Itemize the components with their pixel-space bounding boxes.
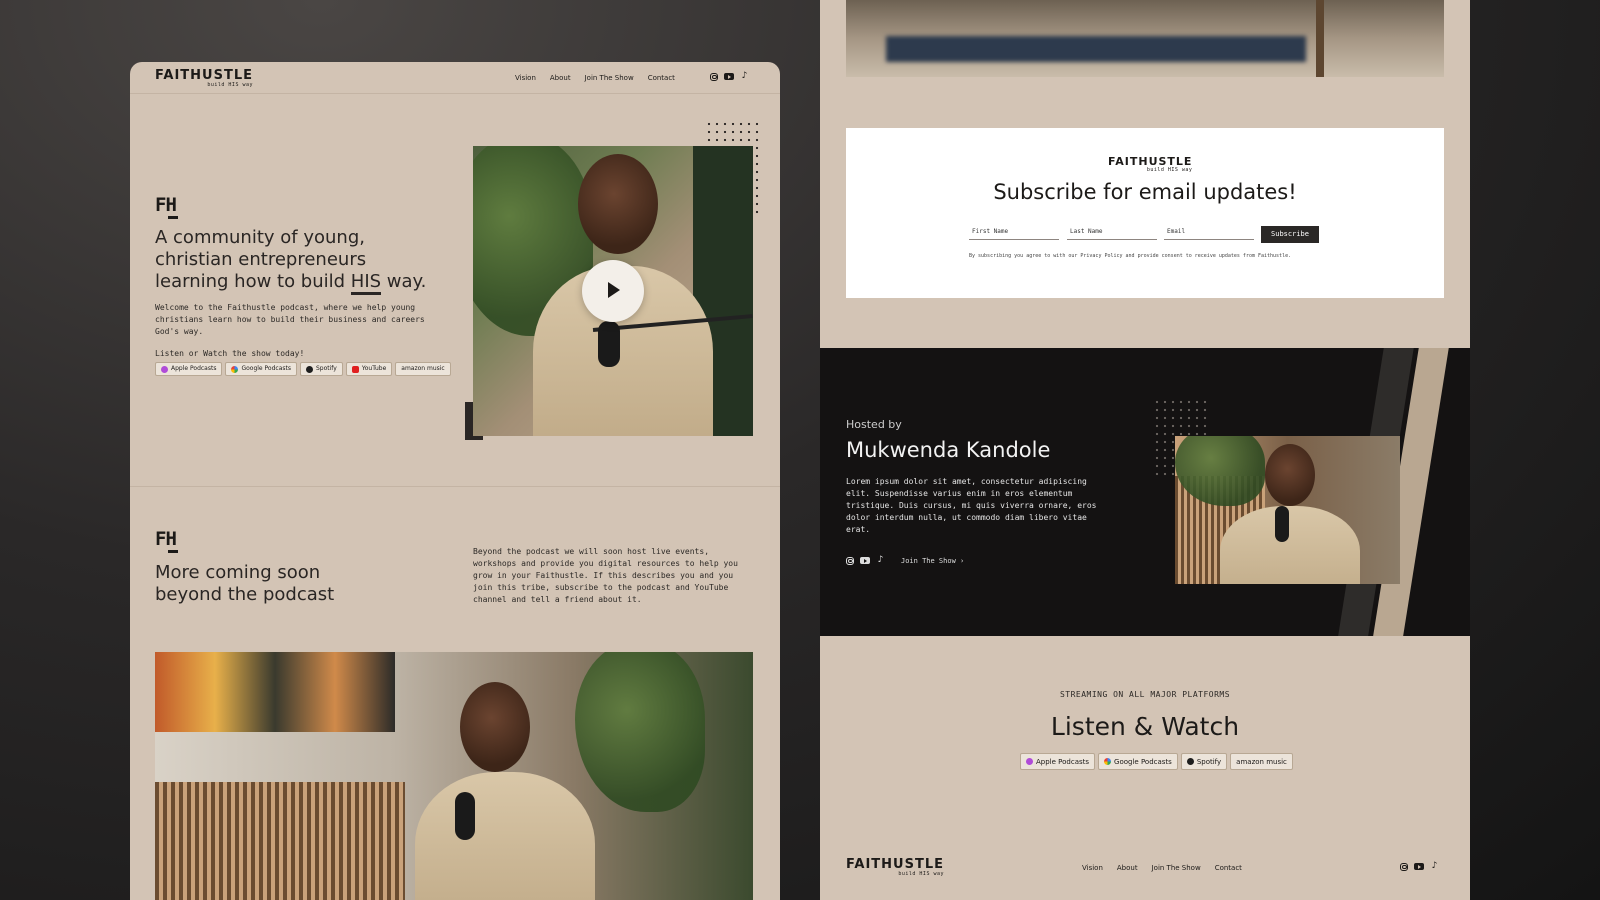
listen-label: Listen or Watch the show today! <box>155 349 305 358</box>
brand-name: FAITHUSTLE <box>155 68 253 83</box>
badge-label: amazon music <box>401 365 445 372</box>
monogram-text: FH <box>155 194 177 216</box>
hosted-by-label: Hosted by <box>846 418 902 431</box>
subscribe-title: Subscribe for email updates! <box>993 180 1297 204</box>
brand-name: FAITHUSTLE <box>846 857 944 872</box>
host-name: Mukwenda Kandole <box>846 438 1051 462</box>
brand-logo[interactable]: FAITHUSTLE build HIS way <box>155 69 253 88</box>
footer-link-contact[interactable]: Contact <box>1215 864 1242 872</box>
hero-title: A community of young, christian entrepre… <box>155 227 445 295</box>
nav-links: Vision About Join The Show Contact <box>515 74 675 82</box>
footer-link-vision[interactable]: Vision <box>1082 864 1103 872</box>
left-page-preview: FAITHUSTLE build HIS way Vision About Jo… <box>130 62 780 900</box>
brand-tagline: build HIS way <box>898 871 944 877</box>
join-the-show-link[interactable]: Join The Show › <box>901 557 964 565</box>
badge-label: Apple Podcasts <box>171 365 217 372</box>
streaming-eyebrow: STREAMING ON ALL MAJOR PLATFORMS <box>1059 690 1231 699</box>
badge-label: Google Podcasts <box>1114 757 1172 766</box>
google-podcasts-icon <box>231 365 239 373</box>
footer-link-about[interactable]: About <box>1117 864 1138 872</box>
youtube-icon[interactable] <box>1414 863 1424 870</box>
footer-logo[interactable]: FAITHUSTLE build HIS way <box>846 858 944 877</box>
badge-label: Spotify <box>315 365 337 372</box>
hero-title-end: way. <box>381 271 427 292</box>
first-name-field[interactable]: First Name <box>969 226 1059 240</box>
top-nav: FAITHUSTLE build HIS way Vision About Jo… <box>130 62 780 94</box>
section-divider <box>130 486 780 487</box>
nav-link-about[interactable]: About <box>550 74 571 82</box>
hero-body: Welcome to the Faithustle podcast, where… <box>155 303 425 336</box>
streaming-title: Listen & Watch <box>1050 712 1240 741</box>
subscribe-card: FAITHUSTLE build HIS way Subscribe for e… <box>846 128 1444 298</box>
tiktok-icon[interactable]: ♪ <box>1430 862 1439 871</box>
host-bio: Lorem ipsum dolor sit amet, consectetur … <box>846 477 1097 534</box>
platform-badges: Apple Podcasts Google Podcasts Spotify Y… <box>155 362 451 376</box>
footer-link-join-the-show[interactable]: Join The Show <box>1152 864 1201 872</box>
apple-podcasts-badge[interactable]: Apple Podcasts <box>155 362 223 376</box>
brand-tagline: build HIS way <box>207 82 253 88</box>
youtube-logo-icon <box>351 365 359 373</box>
tiktok-icon[interactable]: ♪ <box>740 72 749 81</box>
youtube-icon[interactable] <box>860 557 870 564</box>
badge-label: Apple Podcasts <box>1036 757 1090 766</box>
social-links: ♪ <box>710 72 749 81</box>
footer-nav-links: Vision About Join The Show Contact <box>1082 864 1242 872</box>
last-name-field[interactable]: Last Name <box>1067 226 1157 240</box>
badge-label: Spotify <box>1196 757 1222 766</box>
apple-podcasts-badge[interactable]: Apple Podcasts <box>1020 753 1096 770</box>
instagram-icon[interactable] <box>710 72 718 81</box>
google-podcasts-badge[interactable]: Google Podcasts <box>225 362 297 376</box>
more-body: Beyond the podcast we will soon host liv… <box>473 547 738 604</box>
host-photo <box>1175 436 1400 584</box>
host-social-links: ♪ Join The Show › <box>846 556 964 565</box>
studio-photo-crop <box>846 0 1444 77</box>
nav-link-vision[interactable]: Vision <box>515 74 536 82</box>
hero-video-thumbnail[interactable] <box>473 146 753 436</box>
spotify-badge[interactable]: Spotify <box>1180 753 1228 770</box>
spotify-icon <box>1186 758 1194 765</box>
play-button[interactable] <box>582 260 644 322</box>
tiktok-icon[interactable]: ♪ <box>876 556 885 565</box>
badge-label: amazon music <box>1236 757 1287 766</box>
youtube-icon[interactable] <box>724 73 734 80</box>
hero-title-text: A community of young, christian entrepre… <box>155 227 367 292</box>
instagram-icon[interactable] <box>1400 862 1408 871</box>
google-podcasts-icon <box>1104 758 1112 765</box>
email-field[interactable]: Email <box>1164 226 1254 240</box>
right-page-preview: FAITHUSTLE build HIS way Subscribe for e… <box>820 0 1470 900</box>
subscribe-disclaimer: By subscribing you agree to with our Pri… <box>969 253 1292 259</box>
subscribe-logo: FAITHUSTLE build HIS way <box>1108 156 1192 173</box>
nav-link-join-the-show[interactable]: Join The Show <box>585 74 634 82</box>
host-feature-photo <box>155 652 753 900</box>
nav-link-contact[interactable]: Contact <box>648 74 675 82</box>
fh-monogram: FH <box>155 194 178 219</box>
instagram-icon[interactable] <box>846 556 854 565</box>
host-section: Hosted by Mukwenda Kandole Lorem ipsum d… <box>820 348 1470 636</box>
amazon-music-badge[interactable]: amazon music <box>395 362 451 376</box>
apple-podcasts-icon <box>1026 758 1033 765</box>
footer-social-links: ♪ <box>1400 862 1439 871</box>
brand-tagline: build HIS way <box>1146 167 1193 173</box>
subscribe-button[interactable]: Subscribe <box>1261 226 1319 243</box>
chevron-right-icon: › <box>960 556 965 565</box>
apple-podcasts-icon <box>161 365 168 373</box>
spotify-badge[interactable]: Spotify <box>299 362 343 376</box>
hero-title-emphasis: HIS <box>350 271 382 295</box>
youtube-badge[interactable]: YouTube <box>345 362 393 376</box>
badge-label: YouTube <box>361 365 387 372</box>
monogram-text: FH <box>155 528 177 550</box>
fh-monogram-2: FH <box>155 528 178 553</box>
amazon-music-badge[interactable]: amazon music <box>1230 753 1293 770</box>
streaming-platform-badges: Apple Podcasts Google Podcasts Spotify a… <box>1020 753 1293 770</box>
more-title: More coming soon beyond the podcast <box>155 562 335 605</box>
badge-label: Google Podcasts <box>241 365 291 372</box>
google-podcasts-badge[interactable]: Google Podcasts <box>1098 753 1178 770</box>
spotify-icon <box>305 365 313 373</box>
join-the-show-label: Join The Show <box>901 556 956 565</box>
